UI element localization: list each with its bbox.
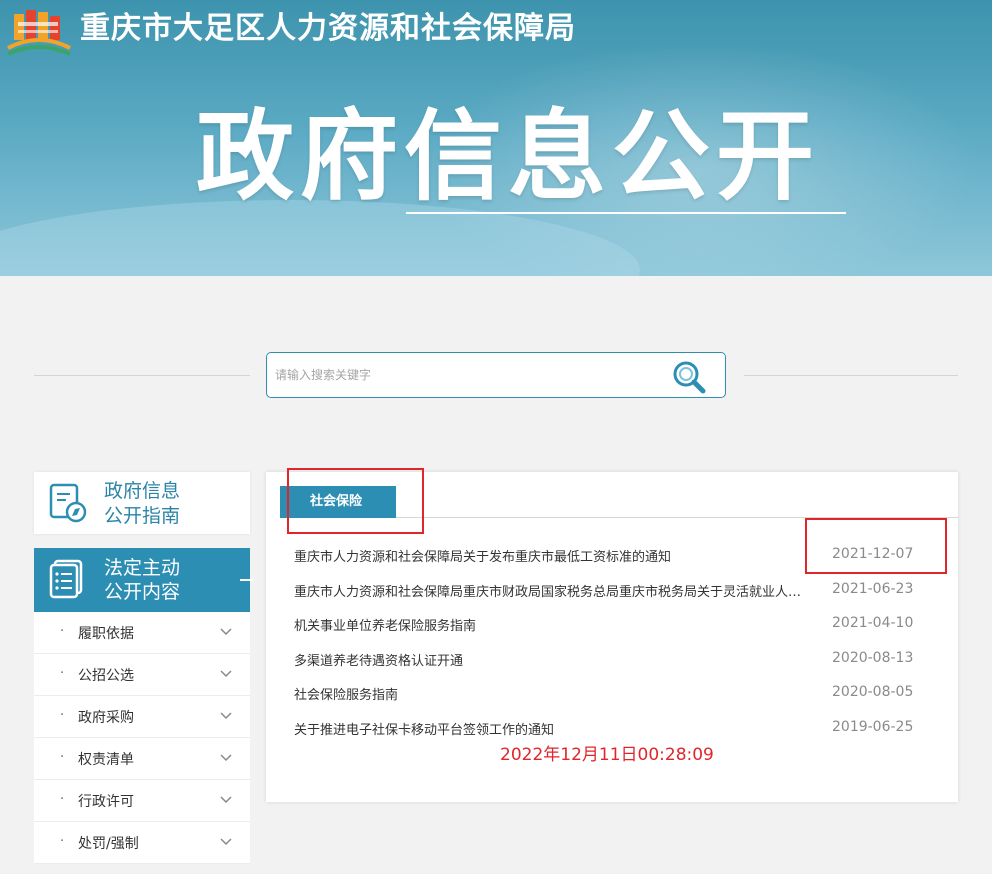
header-banner: 重庆市大足区人力资源和社会保障局 政府信息公开 [0,0,992,276]
search-box [266,352,726,398]
sidebar-item-disclosure-guide[interactable]: 政府信息 公开指南 [34,472,250,534]
sidebar-item-procurement[interactable]: · 政府采购 [34,696,250,738]
sidebar-item-label: 行政许可 [78,794,134,810]
chevron-down-icon [220,628,232,636]
search-divider-left [34,375,250,376]
sidebar-item-penalty[interactable]: · 处罚/强制 [34,822,250,864]
compass-document-icon [49,483,87,523]
bullet: · [60,792,65,807]
title-underline [406,212,846,214]
sidebar-guide-label: 政府信息 公开指南 [104,479,180,529]
sidebar-active-label: 法定主动 公开内容 [104,556,180,604]
search-divider-right [744,375,958,376]
news-date: 2020-08-13 [832,650,914,666]
news-title[interactable]: 机关事业单位养老保险服务指南 [294,615,814,634]
bullet: · [60,750,65,765]
news-title[interactable]: 社会保险服务指南 [294,684,814,703]
list-item[interactable]: 关于推进电子社保卡移动平台签领工作的通知 2019-06-25 [294,717,914,741]
list-item[interactable]: 多渠道养老待遇资格认证开通 2020-08-13 [294,648,914,672]
news-date: 2021-04-10 [832,615,914,631]
news-date: 2019-06-25 [832,719,914,735]
search-input[interactable] [275,359,655,391]
sidebar-item-admin-license[interactable]: · 行政许可 [34,780,250,822]
news-title[interactable]: 多渠道养老待遇资格认证开通 [294,650,814,669]
sidebar-item-duty-basis[interactable]: · 履职依据 [34,612,250,654]
list-item[interactable]: 重庆市人力资源和社会保障局重庆市财政局国家税务总局重庆市税务局关于灵活就业人员参… [294,579,914,603]
news-date: 2020-08-05 [832,684,914,700]
sidebar-item-label: 政府采购 [78,710,134,726]
news-title[interactable]: 重庆市人力资源和社会保障局重庆市财政局国家税务总局重庆市税务局关于灵活就业人员参… [294,581,814,600]
chevron-down-icon [220,670,232,678]
sidebar-guide-label-line1: 政府信息 [104,480,181,502]
news-title[interactable]: 关于推进电子社保卡移动平台签领工作的通知 [294,719,814,738]
news-title[interactable]: 重庆市人力资源和社会保障局关于发布重庆市最低工资标准的通知 [294,546,814,565]
chevron-down-icon [220,838,232,846]
sidebar-item-label: 权责清单 [78,752,134,768]
news-date: 2021-06-23 [832,581,914,597]
org-title: 重庆市大足区人力资源和社会保障局 [80,11,576,46]
chevron-down-icon [220,712,232,720]
sidebar-item-power-list[interactable]: · 权责清单 [34,738,250,780]
bullet: · [60,834,65,849]
chevron-down-icon [220,754,232,762]
sidebar-guide-label-line2: 公开指南 [104,505,181,527]
emblem-logo-icon [7,10,71,56]
page-title: 政府信息公开 [196,100,821,214]
bullet: · [60,666,65,681]
sidebar-item-label: 履职依据 [78,626,134,642]
collapse-icon[interactable] [240,579,253,581]
chevron-down-icon [220,796,232,804]
search-icon[interactable] [669,358,709,394]
sidebar-active-label-line2: 公开内容 [104,581,181,603]
list-item[interactable]: 社会保险服务指南 2020-08-05 [294,682,914,706]
capture-timestamp: 2022年12月11日00:28:09 [500,745,714,765]
list-item[interactable]: 机关事业单位养老保险服务指南 2021-04-10 [294,613,914,637]
sidebar-active-label-line1: 法定主动 [104,557,181,579]
list-document-icon [49,559,83,599]
annotation-box-date [805,518,947,574]
sidebar-item-statutory-disclosure[interactable]: 法定主动 公开内容 [34,548,253,612]
annotation-box-tab [287,468,424,534]
sidebar-item-label: 公招公选 [78,668,134,684]
sidebar-item-public-recruitment[interactable]: · 公招公选 [34,654,250,696]
bullet: · [60,624,65,639]
sidebar-submenu: · 履职依据 · 公招公选 · 政府采购 · 权责清单 · 行政许可 · 处罚/… [34,612,250,864]
bullet: · [60,708,65,723]
sidebar-item-label: 处罚/强制 [78,836,139,852]
